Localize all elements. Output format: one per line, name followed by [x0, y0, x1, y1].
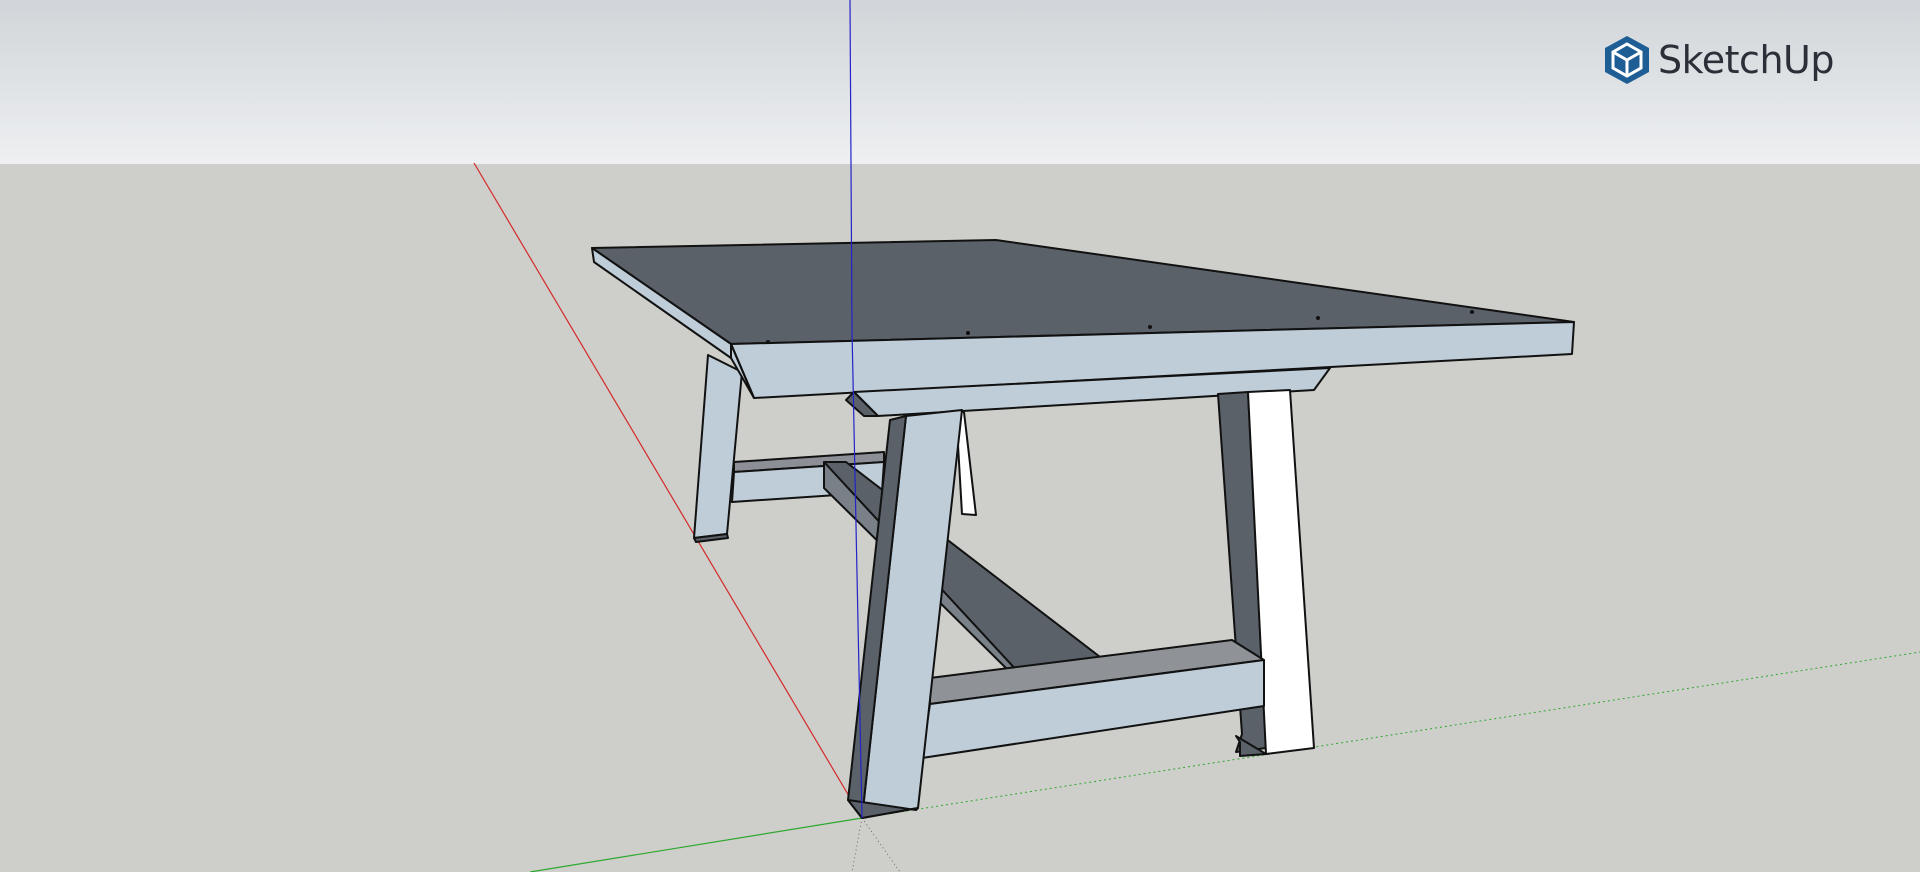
back-leg[interactable] [693, 354, 743, 543]
stretcher-front[interactable] [921, 639, 1265, 759]
3d-scene[interactable] [0, 0, 1920, 872]
green-axis-dotted-line-neg [851, 817, 863, 872]
green-axis-line [529, 817, 863, 872]
brand-name: SketchUp [1658, 38, 1834, 82]
sketchup-logo-icon [1605, 36, 1649, 84]
brand-logo: SketchUp [1604, 34, 1834, 86]
model-viewport[interactable]: SketchUp [0, 0, 1920, 872]
red-axis-dotted-line [861, 817, 901, 872]
tabletop[interactable] [591, 239, 1575, 399]
